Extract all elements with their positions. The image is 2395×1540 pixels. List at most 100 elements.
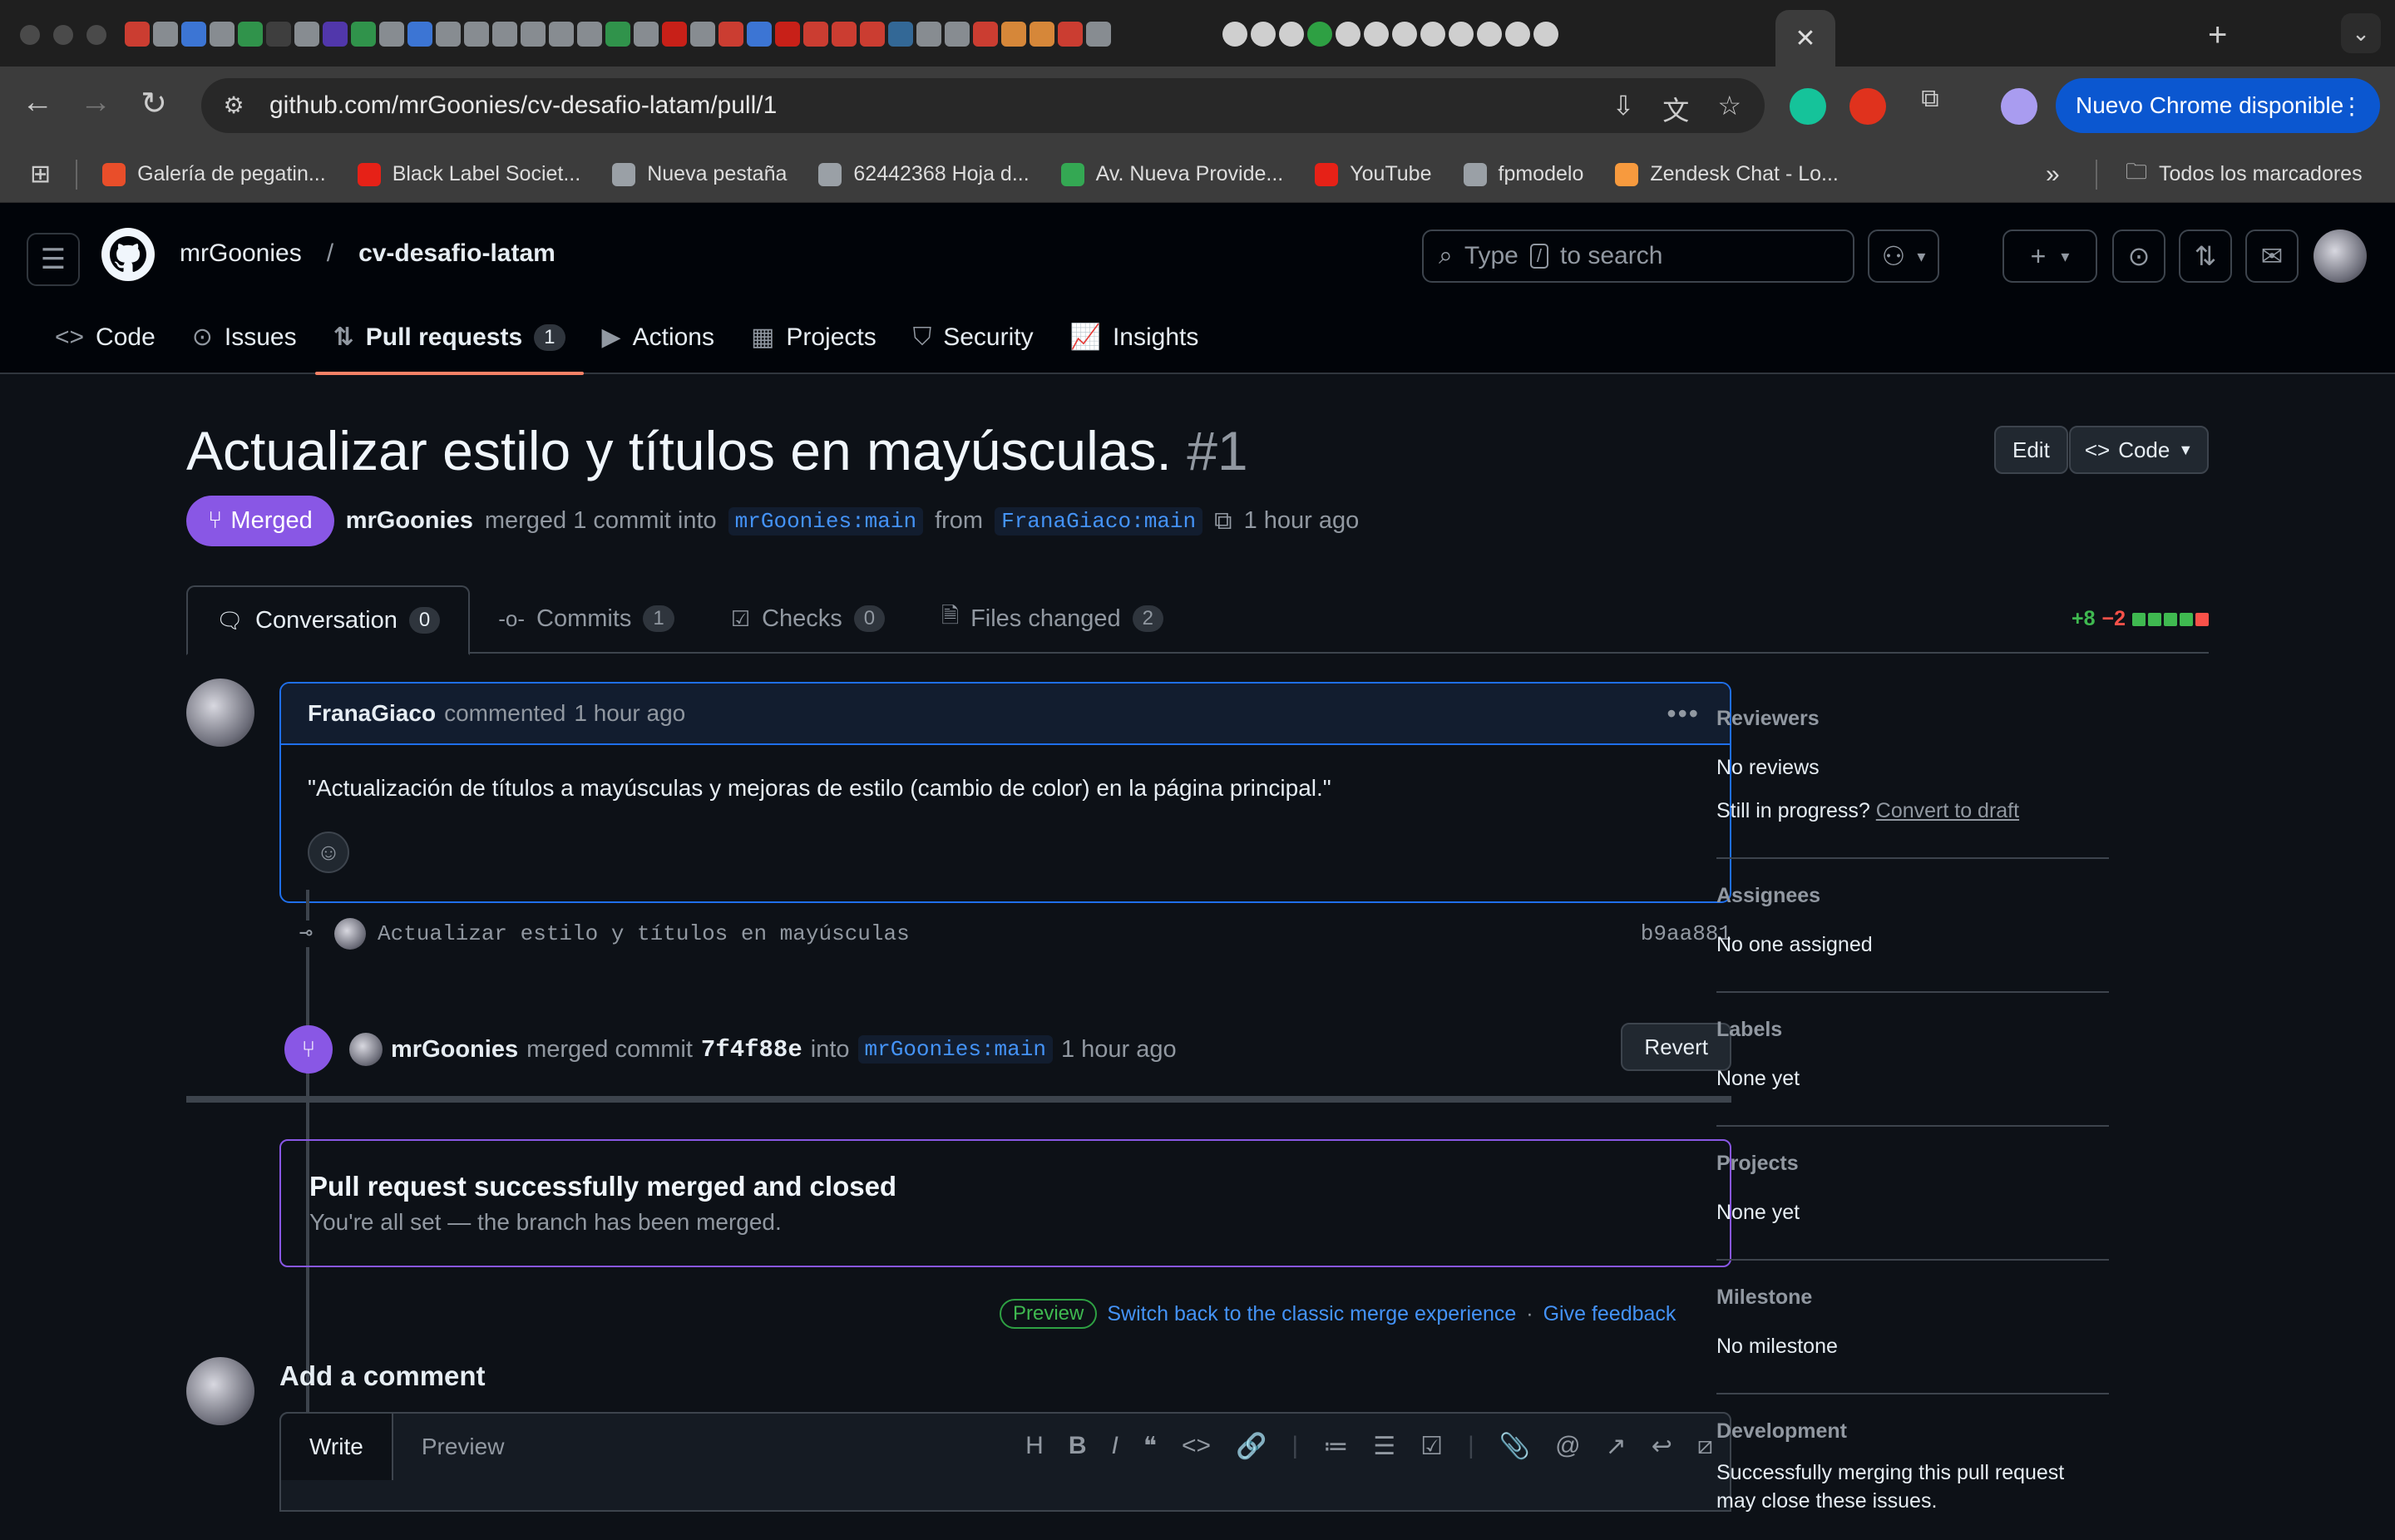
chrome-update-button[interactable]: Nuevo Chrome disponible ⋮: [2056, 78, 2380, 133]
tab-favicon[interactable]: [860, 22, 885, 47]
avatar[interactable]: [334, 918, 366, 950]
code-icon[interactable]: <>: [1182, 1432, 1211, 1461]
tab-checks[interactable]: ☑ Checks 0: [703, 585, 913, 652]
adblock-extension-icon[interactable]: [1849, 88, 1886, 125]
tab-favicon[interactable]: [605, 22, 630, 47]
tab-favicon[interactable]: [1030, 22, 1054, 47]
bookmark-item[interactable]: 62442368 Hoja d...: [818, 162, 1030, 186]
merge-author[interactable]: mrGoonies: [391, 1036, 518, 1064]
install-app-icon[interactable]: ⇩: [1612, 90, 1634, 128]
tab-favicon[interactable]: [210, 22, 235, 47]
convert-to-draft-link[interactable]: Convert to draft: [1876, 799, 2019, 822]
tab-preview[interactable]: Preview: [393, 1414, 533, 1480]
tab-actions[interactable]: ▶ Actions: [584, 314, 733, 375]
menu-kebab-icon[interactable]: ⋮: [2340, 92, 2363, 120]
tab-favicon[interactable]: [775, 22, 800, 47]
bookmark-item[interactable]: Zendesk Chat - Lo...: [1615, 162, 1839, 186]
tab-favicon[interactable]: [803, 22, 828, 47]
bookmark-star-icon[interactable]: ☆: [1717, 90, 1741, 128]
author-link[interactable]: mrGoonies: [346, 507, 473, 535]
tab-favicon[interactable]: [1392, 22, 1417, 47]
give-feedback-link[interactable]: Give feedback: [1543, 1302, 1676, 1326]
address-bar[interactable]: ⚙ github.com/mrGoonies/cv-desafio-latam/…: [201, 78, 1765, 133]
tab-favicon[interactable]: [521, 22, 546, 47]
avatar[interactable]: [349, 1033, 383, 1066]
tab-favicon[interactable]: [125, 22, 150, 47]
inbox-icon[interactable]: ✉: [2245, 230, 2299, 283]
code-dropdown-button[interactable]: <> Code ▼: [2069, 426, 2209, 474]
tab-favicon[interactable]: [690, 22, 715, 47]
more-bookmarks-chevron-icon[interactable]: »: [2046, 160, 2060, 189]
avatar[interactable]: [186, 679, 254, 747]
link-icon[interactable]: 🔗: [1236, 1432, 1267, 1461]
bookmark-item[interactable]: Nueva pestaña: [612, 162, 787, 186]
tab-favicon[interactable]: [549, 22, 574, 47]
close-tab-icon[interactable]: ✕: [1795, 24, 1815, 53]
tab-favicon[interactable]: [238, 22, 263, 47]
edit-button[interactable]: Edit: [1994, 426, 2068, 474]
tab-issues[interactable]: ⊙ Issues: [174, 314, 315, 375]
tab-favicon[interactable]: [1251, 22, 1276, 47]
tab-favicon[interactable]: [1222, 22, 1247, 47]
active-tab[interactable]: ✕: [1775, 10, 1835, 67]
close-window-dot[interactable]: [20, 25, 40, 45]
merge-branch[interactable]: mrGoonies:main: [857, 1035, 1053, 1064]
task-list-icon[interactable]: ☑: [1420, 1432, 1443, 1461]
profile-avatar[interactable]: [2001, 88, 2037, 125]
mention-icon[interactable]: @: [1555, 1432, 1580, 1461]
apps-grid-icon[interactable]: ⊞: [30, 160, 51, 189]
tab-code[interactable]: <> Code: [37, 314, 174, 375]
commit-message[interactable]: Actualizar estilo y títulos en mayúscula…: [378, 921, 910, 946]
url-text[interactable]: github.com/mrGoonies/cv-desafio-latam/pu…: [269, 91, 777, 120]
tab-favicon[interactable]: [379, 22, 404, 47]
attach-icon[interactable]: 📎: [1499, 1432, 1530, 1461]
labels-heading[interactable]: Labels: [1716, 1018, 2109, 1042]
tab-write[interactable]: Write: [281, 1414, 393, 1480]
tab-favicon[interactable]: [464, 22, 489, 47]
tab-favicon[interactable]: [1307, 22, 1332, 47]
repo-link[interactable]: cv-desafio-latam: [358, 239, 556, 268]
heading-icon[interactable]: H: [1025, 1432, 1044, 1461]
tab-insights[interactable]: 📈 Insights: [1052, 314, 1217, 375]
kebab-menu-icon[interactable]: •••: [1667, 698, 1700, 729]
avatar[interactable]: [186, 1357, 254, 1425]
comment-author[interactable]: FranaGiaco: [308, 700, 436, 727]
copy-icon[interactable]: ⧉: [1214, 507, 1232, 536]
extensions-puzzle-icon[interactable]: ⧉: [1909, 85, 1951, 113]
tab-pull-requests[interactable]: ⇅ Pull requests 1: [314, 314, 584, 375]
bold-icon[interactable]: B: [1069, 1432, 1087, 1461]
comment-time[interactable]: 1 hour ago: [574, 700, 685, 727]
copilot-button[interactable]: ⚇ ▾: [1868, 230, 1939, 283]
development-heading[interactable]: Development: [1716, 1419, 2109, 1444]
tab-favicon[interactable]: [747, 22, 772, 47]
tab-favicon[interactable]: [888, 22, 913, 47]
reviewers-heading[interactable]: Reviewers: [1716, 707, 2109, 731]
issues-icon[interactable]: ⊙: [2112, 230, 2165, 283]
hamburger-menu-icon[interactable]: ☰: [27, 233, 80, 286]
bookmark-item[interactable]: Galería de pegatin...: [102, 162, 326, 186]
tab-favicon[interactable]: [718, 22, 743, 47]
tab-favicon[interactable]: [266, 22, 291, 47]
tab-favicon[interactable]: [634, 22, 659, 47]
tab-favicon[interactable]: [323, 22, 348, 47]
tab-favicon[interactable]: [1420, 22, 1445, 47]
minimize-window-dot[interactable]: [53, 25, 73, 45]
tab-search-chevron-icon[interactable]: ⌄: [2341, 13, 2381, 53]
all-bookmarks-folder[interactable]: 🗀 Todos los marcadores: [2126, 156, 2363, 193]
tab-favicon[interactable]: [916, 22, 941, 47]
create-new-button[interactable]: + ▾: [2002, 230, 2097, 283]
classic-merge-link[interactable]: Switch back to the classic merge experie…: [1107, 1302, 1516, 1326]
grammarly-extension-icon[interactable]: [1790, 88, 1826, 125]
tab-favicon[interactable]: [153, 22, 178, 47]
tab-favicon[interactable]: [1505, 22, 1530, 47]
merge-time[interactable]: 1 hour ago: [1061, 1036, 1177, 1064]
owner-link[interactable]: mrGoonies: [180, 239, 302, 268]
tab-favicon[interactable]: [1477, 22, 1502, 47]
projects-heading[interactable]: Projects: [1716, 1152, 2109, 1176]
italic-icon[interactable]: I: [1111, 1432, 1118, 1461]
tab-favicon[interactable]: [294, 22, 319, 47]
tab-favicon[interactable]: [1086, 22, 1111, 47]
tab-favicon[interactable]: [945, 22, 970, 47]
tab-favicon[interactable]: [662, 22, 687, 47]
milestone-heading[interactable]: Milestone: [1716, 1286, 2109, 1310]
